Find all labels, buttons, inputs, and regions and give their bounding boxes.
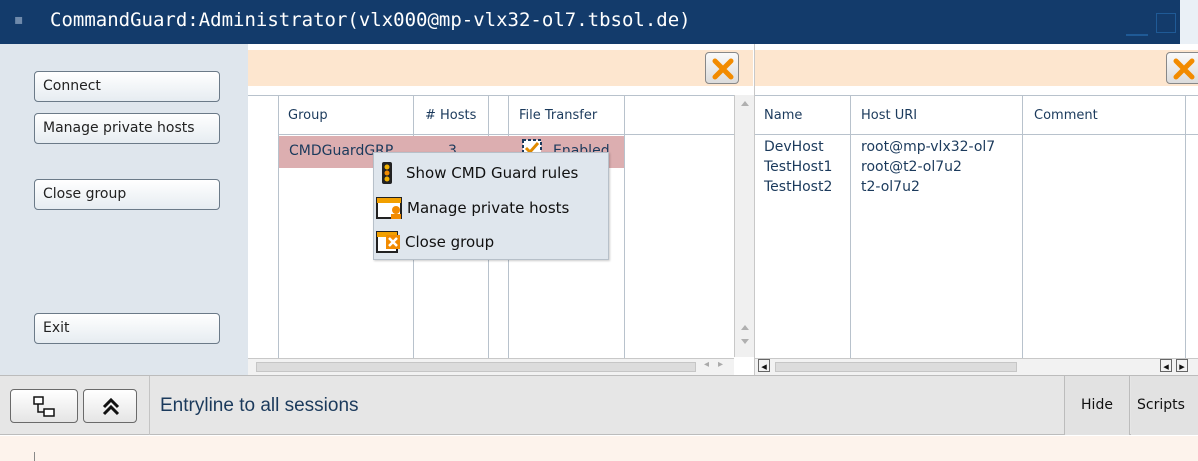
bottom-divider bbox=[149, 376, 150, 435]
table-top-border bbox=[248, 95, 734, 96]
scripts-button[interactable]: Scripts bbox=[1131, 376, 1198, 435]
window-menu-icon[interactable]: ▪ bbox=[14, 12, 24, 28]
session-tree-button[interactable] bbox=[10, 389, 78, 423]
column-header-comment[interactable]: Comment bbox=[1034, 108, 1098, 123]
close-x-icon bbox=[712, 58, 734, 80]
host-name-cell[interactable]: TestHost2 bbox=[764, 179, 832, 195]
scroll-up-icon[interactable] bbox=[739, 321, 751, 333]
close-group-button[interactable]: Close group bbox=[34, 179, 220, 210]
manage-private-hosts-button[interactable]: Manage private hosts bbox=[34, 113, 220, 144]
input-cursor bbox=[34, 452, 35, 461]
hosts-horizontal-scrollbar[interactable]: ◂ ◂ ▸ bbox=[755, 358, 1198, 375]
groups-horizontal-scrollbar[interactable]: ◂ ▸ bbox=[248, 358, 734, 375]
scroll-right-icon[interactable]: ▸ bbox=[718, 359, 723, 370]
close-window-icon bbox=[376, 231, 400, 253]
host-name-cell[interactable]: DevHost bbox=[764, 139, 824, 155]
close-groups-button[interactable] bbox=[705, 52, 739, 84]
window-title: CommandGuard:Administrator(vlx000@mp-vlx… bbox=[50, 9, 691, 31]
entryline-label: Entryline to all sessions bbox=[160, 395, 359, 416]
table-top-border bbox=[755, 95, 1198, 96]
scroll-up-icon[interactable] bbox=[739, 97, 751, 109]
column-header-file-transfer[interactable]: File Transfer bbox=[519, 108, 597, 123]
close-hosts-button[interactable] bbox=[1166, 52, 1198, 84]
menu-item-close-group[interactable]: Close group bbox=[374, 225, 608, 259]
header-bottom-border bbox=[278, 134, 734, 135]
connect-button[interactable]: Connect bbox=[34, 71, 220, 102]
column-header-hosts[interactable]: # Hosts bbox=[425, 108, 476, 123]
scroll-left-icon[interactable]: ◂ bbox=[758, 359, 770, 373]
entryline-input[interactable] bbox=[0, 436, 1198, 461]
scroll-left-icon[interactable]: ◂ bbox=[1160, 359, 1172, 373]
column-header-group[interactable]: Group bbox=[288, 108, 328, 123]
collapse-up-button[interactable] bbox=[83, 389, 137, 423]
header-bottom-border bbox=[755, 134, 1198, 135]
menu-item-manage-private-hosts[interactable]: Manage private hosts bbox=[374, 191, 608, 225]
minimize-icon[interactable] bbox=[1126, 34, 1148, 36]
close-x-icon bbox=[1173, 58, 1195, 80]
double-chevron-up-icon bbox=[102, 397, 120, 416]
network-tree-icon bbox=[33, 396, 55, 417]
context-menu: Show CMD Guard rules Manage private host… bbox=[373, 152, 609, 260]
host-name-cell[interactable]: TestHost1 bbox=[764, 159, 832, 175]
window-titlebar: ▪ CommandGuard:Administrator(vlx000@mp-v… bbox=[0, 0, 1180, 44]
host-uri-cell[interactable]: root@mp-vlx32-ol7 bbox=[861, 139, 995, 155]
window-close-area[interactable] bbox=[1180, 0, 1198, 44]
menu-item-label: Show CMD Guard rules bbox=[406, 164, 579, 182]
menu-item-label: Manage private hosts bbox=[407, 199, 570, 217]
scroll-down-icon[interactable] bbox=[739, 335, 751, 347]
scroll-thumb[interactable] bbox=[256, 362, 696, 372]
hosts-panel bbox=[754, 44, 1198, 375]
menu-item-label: Close group bbox=[405, 233, 495, 251]
host-uri-cell[interactable]: t2-ol7u2 bbox=[861, 179, 920, 195]
column-header-name[interactable]: Name bbox=[764, 108, 802, 123]
host-uri-cell[interactable]: root@t2-ol7u2 bbox=[861, 159, 962, 175]
hide-button[interactable]: Hide bbox=[1064, 376, 1130, 435]
traffic-light-icon bbox=[382, 162, 392, 184]
scroll-left-icon[interactable]: ◂ bbox=[704, 359, 709, 370]
menu-item-show-rules[interactable]: Show CMD Guard rules bbox=[374, 156, 608, 190]
scroll-thumb[interactable] bbox=[775, 362, 1017, 372]
groups-vertical-scrollbar[interactable] bbox=[734, 95, 754, 357]
hosts-header-bar bbox=[755, 50, 1198, 86]
groups-header-bar bbox=[248, 50, 753, 86]
column-header-host-uri[interactable]: Host URI bbox=[861, 108, 917, 123]
scroll-right-icon[interactable]: ▸ bbox=[1176, 359, 1188, 373]
exit-button[interactable]: Exit bbox=[34, 313, 220, 344]
window-user-icon bbox=[376, 197, 402, 219]
maximize-icon[interactable] bbox=[1156, 13, 1176, 33]
